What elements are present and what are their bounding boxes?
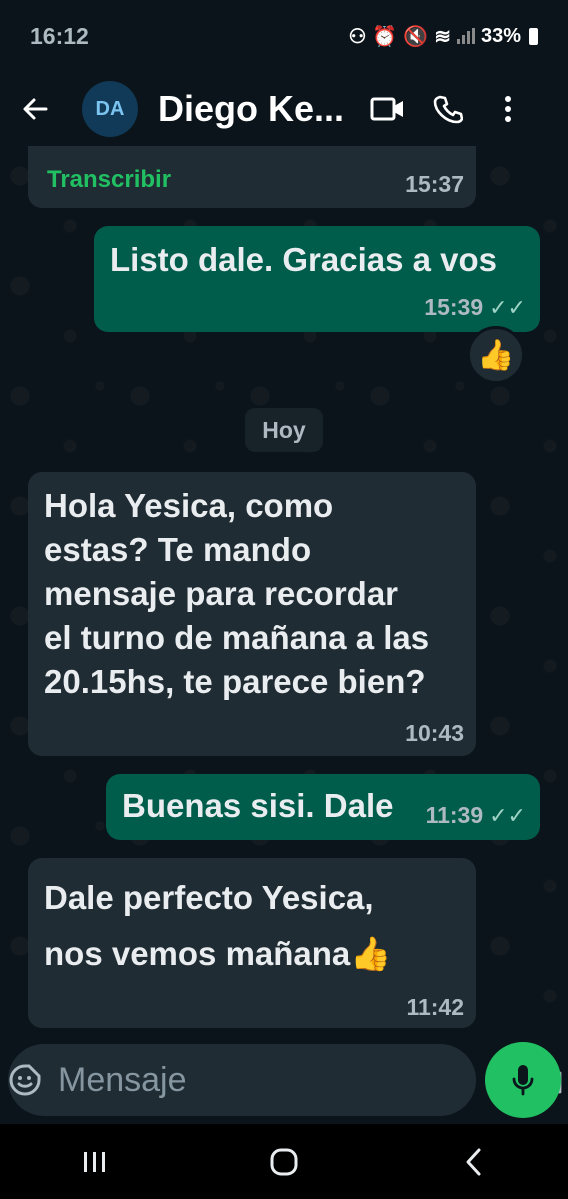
alarm-icon: ⏰	[372, 25, 398, 48]
microphone-icon	[512, 1065, 534, 1096]
message-line: mensaje para recordar	[44, 575, 399, 612]
message-line: nos vemos mañana👍	[44, 935, 392, 972]
message-text: Hola Yesica, como estas? Te mando mensaj…	[44, 484, 429, 704]
chat-header: DA Diego Ke...	[0, 72, 568, 146]
message-time: 11:39	[425, 802, 484, 828]
message-meta: 11:39 ✓✓	[426, 802, 526, 829]
contact-name[interactable]: Diego Ke...	[158, 88, 358, 130]
status-time: 16:12	[30, 22, 89, 49]
more-options-icon[interactable]	[478, 72, 538, 146]
recent-apps-icon[interactable]	[35, 1124, 155, 1199]
read-receipt-icon: ✓✓	[489, 294, 526, 320]
mic-button[interactable]	[485, 1042, 561, 1118]
message-input[interactable]	[54, 1059, 503, 1101]
battery-icon	[529, 27, 538, 45]
chat-area[interactable]: Transcribir 15:37 Listo dale. Gracias a …	[0, 146, 568, 1041]
message-line: Hola Yesica, como	[44, 487, 334, 524]
message-time: 15:37	[405, 171, 464, 197]
message-text: Listo dale. Gracias a vos	[110, 241, 498, 278]
read-receipt-icon: ✓✓	[489, 802, 526, 828]
incoming-message-bubble[interactable]: Dale perfecto Yesica, nos vemos mañana👍 …	[28, 858, 476, 1028]
notification-icon: ⚇	[348, 25, 367, 48]
outgoing-message-bubble[interactable]: Buenas sisi. Dale 11:39 ✓✓	[106, 774, 540, 840]
signal-icon	[456, 28, 475, 44]
transcribe-link[interactable]: Transcribir	[47, 166, 171, 194]
incoming-message-bubble[interactable]: Hola Yesica, como estas? Te mando mensaj…	[28, 472, 476, 756]
wifi-icon: ≋	[434, 25, 451, 48]
message-line: estas? Te mando	[44, 531, 312, 568]
mute-icon: 🔇	[403, 25, 429, 48]
message-composer[interactable]	[8, 1044, 562, 1116]
back-nav-icon[interactable]	[413, 1124, 533, 1199]
voice-call-icon[interactable]	[418, 72, 478, 146]
home-icon[interactable]	[224, 1124, 344, 1199]
message-text: Buenas sisi. Dale	[122, 787, 394, 824]
system-nav-bar	[0, 1124, 568, 1199]
message-meta: 15:39 ✓✓	[424, 294, 526, 321]
message-time: 15:39	[424, 294, 484, 320]
voice-message-bubble[interactable]: Transcribir 15:37	[28, 146, 476, 208]
video-call-icon[interactable]	[358, 72, 418, 146]
date-separator: Hoy	[245, 408, 323, 452]
battery-percent: 33%	[480, 24, 521, 47]
sticker-icon[interactable]	[8, 1044, 42, 1116]
outgoing-message-bubble[interactable]: Listo dale. Gracias a vos 15:39 ✓✓	[94, 226, 540, 332]
message-text: Dale perfecto Yesica, nos vemos mañana👍	[44, 870, 391, 982]
message-line: 20.15hs, te parece bien?	[44, 663, 426, 700]
avatar[interactable]: DA	[82, 81, 138, 137]
status-bar: 16:12 ⚇ ⏰ 🔇 ≋ 33%	[0, 0, 568, 72]
message-time: 10:43	[405, 720, 464, 746]
thumbs-up-reaction[interactable]: 👍	[467, 326, 525, 384]
back-arrow-icon[interactable]	[0, 72, 70, 146]
message-line: Dale perfecto Yesica,	[44, 879, 374, 916]
status-icons: ⚇ ⏰ 🔇 ≋ 33%	[348, 24, 538, 49]
message-line: el turno de mañana a las	[44, 619, 430, 656]
message-time: 11:42	[406, 994, 464, 1020]
